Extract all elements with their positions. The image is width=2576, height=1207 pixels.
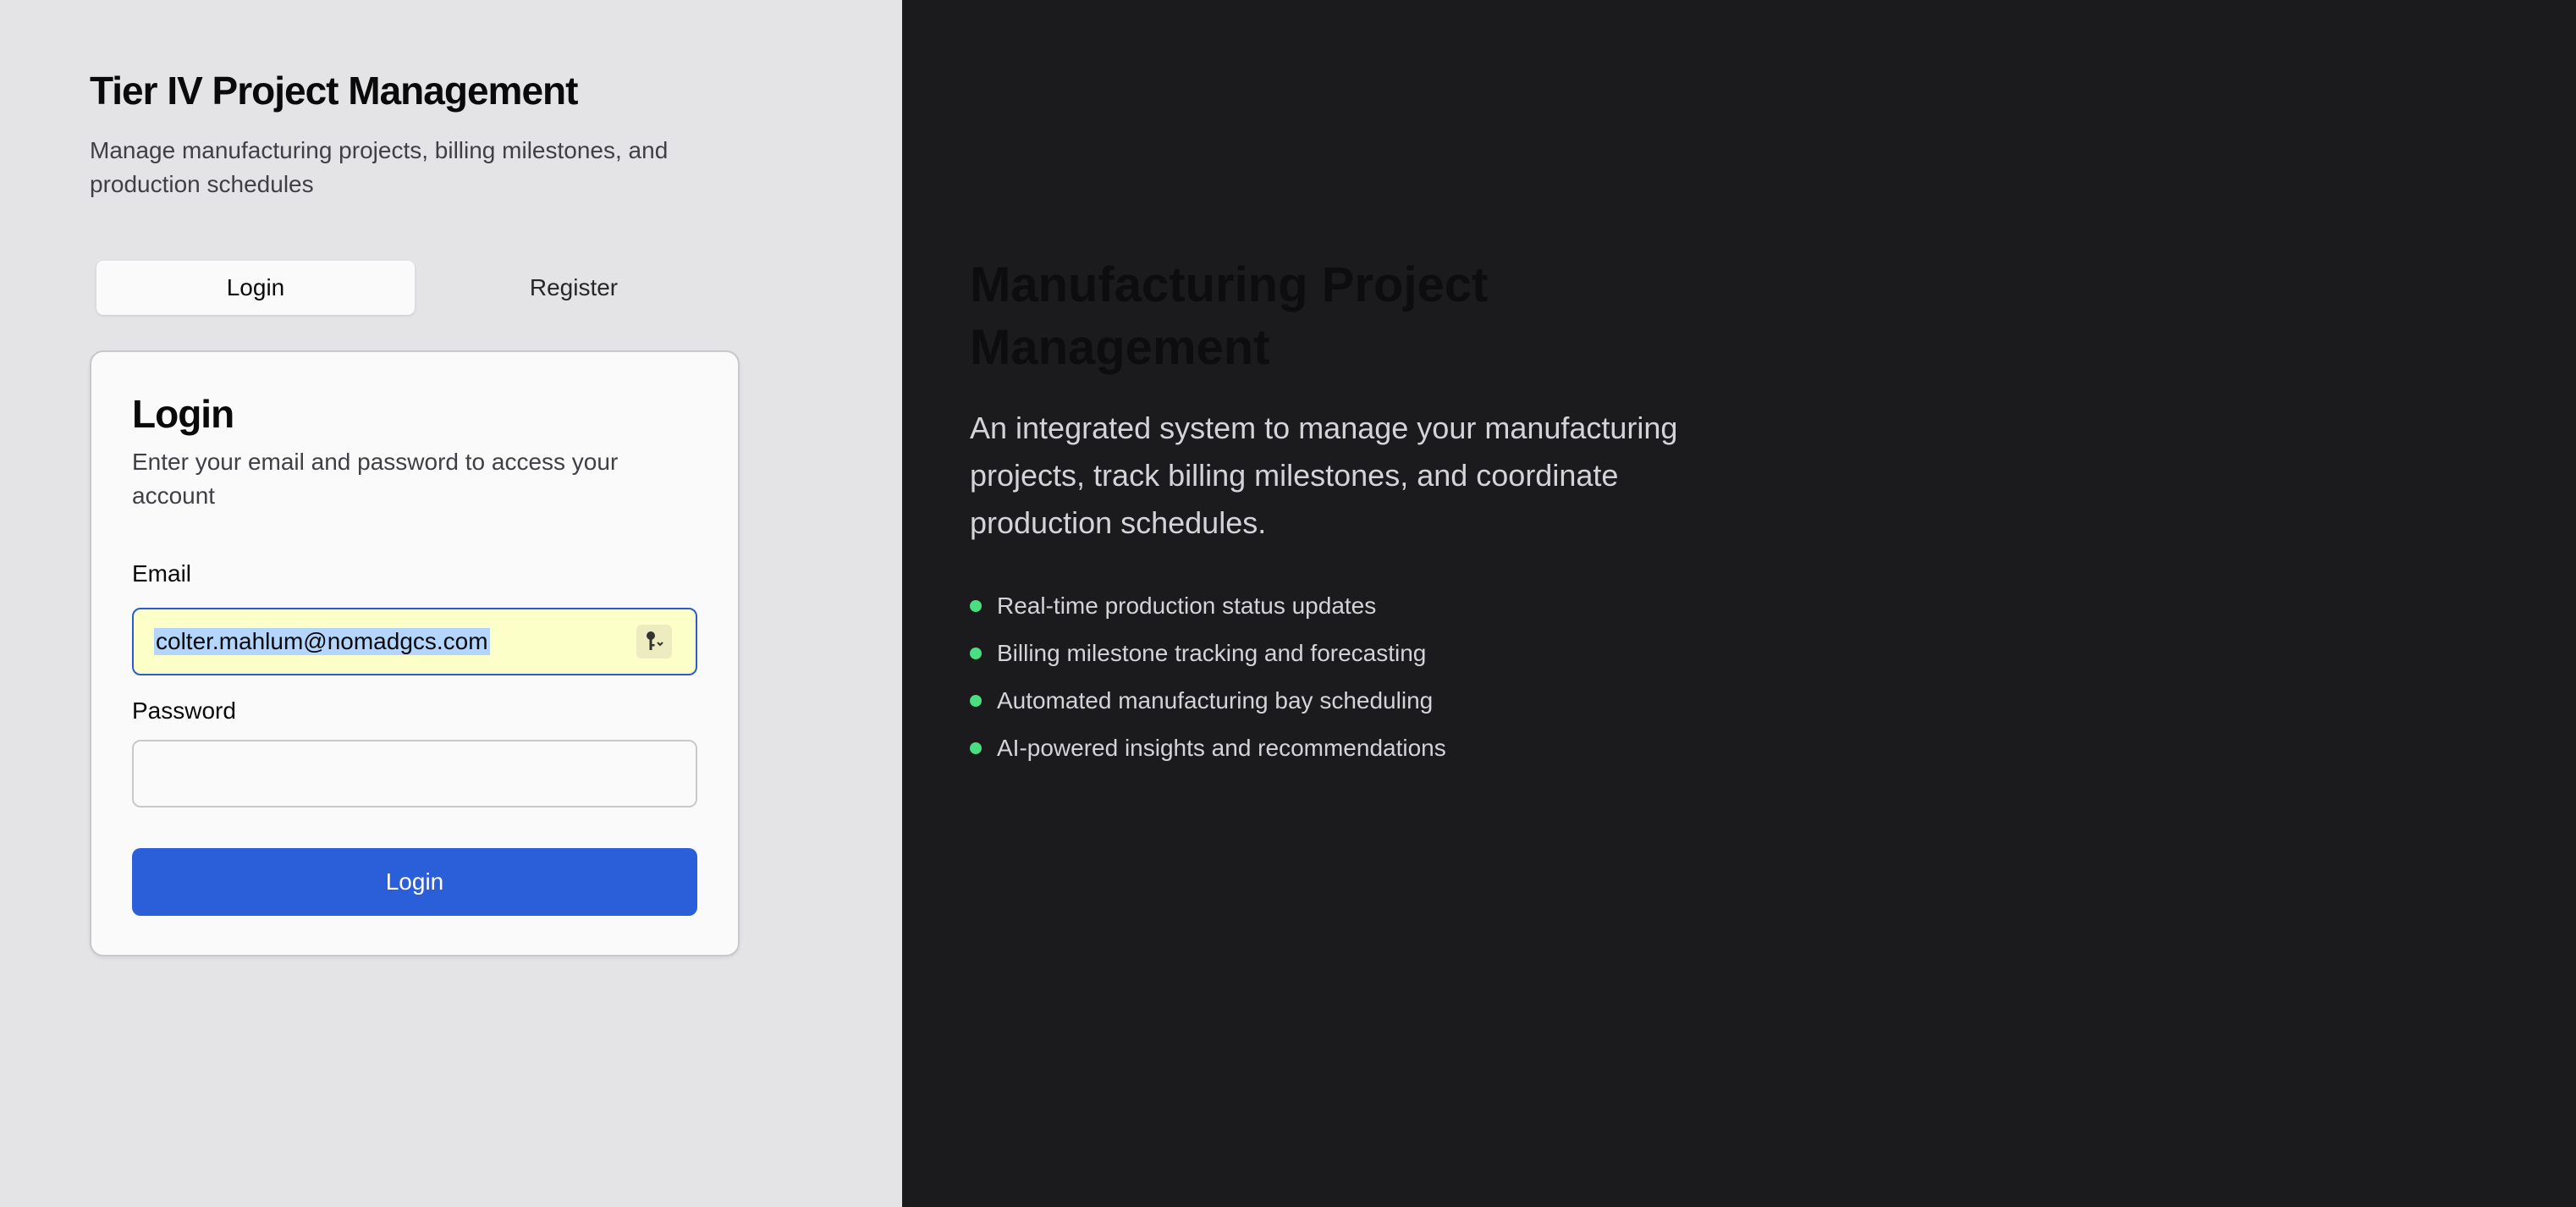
feature-text: Real-time production status updates (997, 592, 1377, 619)
login-card: Login Enter your email and password to a… (90, 350, 740, 956)
password-field[interactable] (132, 740, 697, 807)
bullet-dot-icon (970, 648, 982, 659)
feature-item: Automated manufacturing bay scheduling (970, 677, 1446, 725)
app-subtitle: Manage manufacturing projects, billing m… (90, 137, 669, 197)
login-button[interactable]: Login (132, 848, 697, 916)
feature-text: Billing milestone tracking and forecasti… (997, 640, 1427, 666)
tab-register[interactable]: Register (415, 261, 733, 315)
login-card-title: Login (132, 392, 234, 436)
email-value: colter.mahlum@nomadgcs.com (154, 628, 490, 655)
bullet-dot-icon (970, 695, 982, 707)
feature-item: Billing milestone tracking and forecasti… (970, 630, 1446, 677)
feature-item: AI-powered insights and recommendations (970, 725, 1446, 772)
hero-description: An integrated system to manage your manu… (970, 411, 1678, 540)
email-field[interactable]: colter.mahlum@nomadgcs.com (132, 608, 697, 675)
feature-text: AI-powered insights and recommendations (997, 735, 1446, 761)
auth-tabs: Login Register (90, 254, 740, 322)
auth-panel: Tier IV Project Management Manage manufa… (0, 0, 902, 1207)
password-label: Password (132, 697, 236, 724)
password-manager-button[interactable] (636, 625, 672, 659)
login-card-description: Enter your email and password to access … (132, 449, 619, 509)
hero-title: Manufacturing Project Management (970, 257, 1489, 375)
feature-text: Automated manufacturing bay scheduling (997, 687, 1434, 714)
app-title: Tier IV Project Management (90, 69, 578, 113)
bullet-dot-icon (970, 742, 982, 754)
auth-page: Tier IV Project Management Manage manufa… (0, 0, 2576, 1207)
email-label: Email (132, 560, 192, 587)
key-icon (647, 631, 663, 650)
hero-panel: Manufacturing Project Management An inte… (902, 0, 2576, 1207)
feature-item: Real-time production status updates (970, 582, 1446, 630)
tab-login[interactable]: Login (96, 261, 415, 315)
feature-list: Real-time production status updates Bill… (970, 582, 1446, 772)
bullet-dot-icon (970, 600, 982, 612)
